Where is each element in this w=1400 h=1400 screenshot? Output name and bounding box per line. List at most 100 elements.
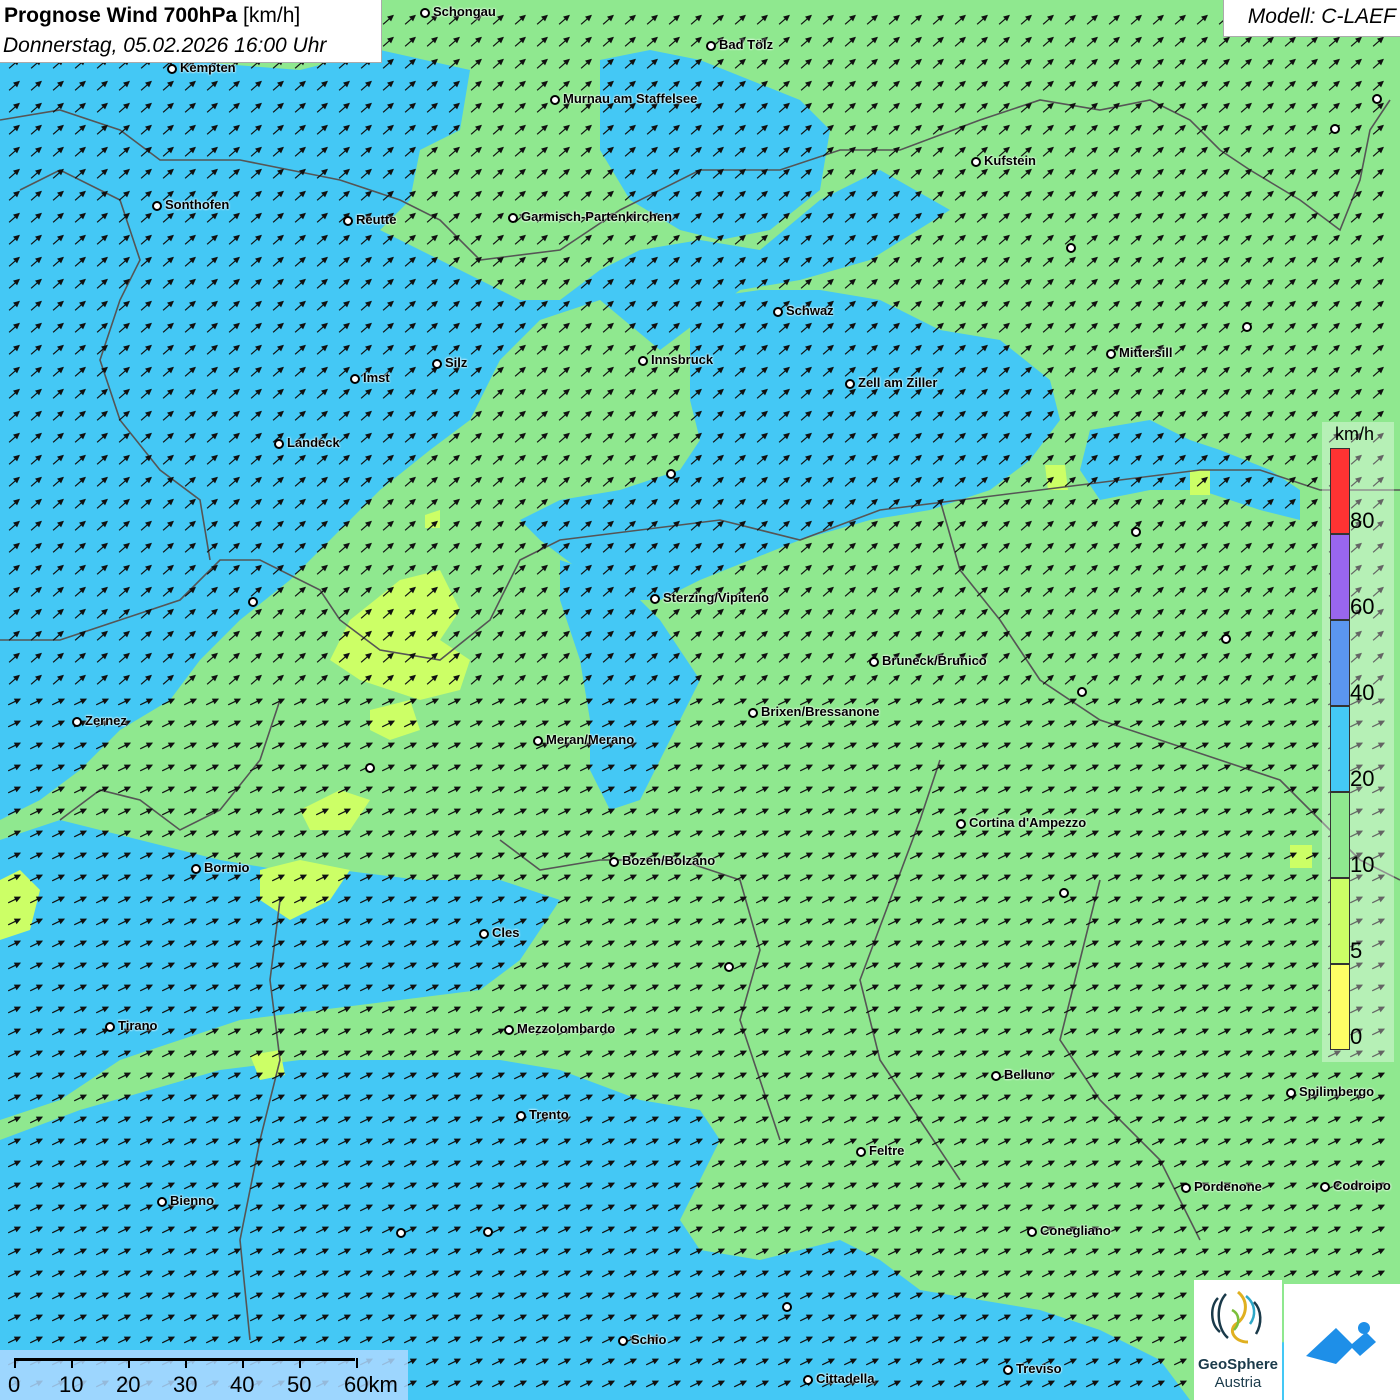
city-label: Silz (445, 355, 468, 370)
legend-color-segment (1330, 964, 1350, 1050)
geosphere-logo[interactable]: GeoSphere Austria (1194, 1280, 1282, 1400)
city-label: Bormio (204, 860, 250, 875)
city-label: Cittadella (816, 1371, 875, 1386)
city-dot-icon (773, 307, 783, 317)
city-dot-icon (343, 216, 353, 226)
city-label: Sterzing/Vipiteno (663, 590, 769, 605)
scale-tick (128, 1358, 130, 1368)
city-label: Sonthofen (165, 197, 230, 212)
city-dot-icon (167, 64, 177, 74)
city-label: Zell am Ziller (858, 375, 938, 390)
city-dot-icon (248, 597, 258, 607)
scale-tick (71, 1358, 73, 1368)
city-dot-icon (803, 1375, 813, 1385)
scale-label: 40 (230, 1372, 255, 1397)
city-dot-icon (1066, 243, 1076, 253)
city-dot-icon (152, 201, 162, 211)
city-dot-icon (1372, 94, 1382, 104)
scale-label: 10 (59, 1372, 84, 1397)
city-label: Meran/Merano (546, 732, 635, 747)
legend-label: 60 (1350, 594, 1375, 619)
geosphere-logo-text: GeoSphere (1197, 1356, 1279, 1373)
scale-bar: 0 10 20 30 40 50 60km (0, 1350, 408, 1400)
legend-label: 80 (1350, 508, 1375, 533)
city-dot-icon (1003, 1365, 1013, 1375)
legend-label: 40 (1350, 680, 1375, 705)
legend-color-segment (1330, 792, 1350, 878)
geosphere-emblem-icon (1211, 1290, 1262, 1344)
legend-color-segment (1330, 620, 1350, 706)
scale-tick (356, 1358, 358, 1368)
legend: km/h 0 5 10 20 40 60 80 (1322, 422, 1394, 1062)
city-dot-icon (105, 1022, 115, 1032)
city-dot-icon (550, 95, 560, 105)
city-label: Spilimbergo (1299, 1084, 1375, 1099)
city-dot-icon (1106, 349, 1116, 359)
scale-tick (242, 1358, 244, 1368)
city-label: Codroipo (1333, 1178, 1391, 1193)
city-dot-icon (748, 708, 758, 718)
legend-label: 10 (1350, 852, 1375, 877)
legend-color-segment (1330, 534, 1350, 620)
city-label: Bruneck/Brunico (882, 653, 987, 668)
app-logo[interactable] (1284, 1284, 1400, 1400)
city-label: Reutte (356, 212, 397, 227)
legend-label: 20 (1350, 766, 1375, 791)
city-label: Mittersill (1119, 345, 1173, 360)
city-label: Belluno (1004, 1067, 1052, 1082)
city-dot-icon (1059, 888, 1069, 898)
city-dot-icon (483, 1227, 493, 1237)
city-label: Conegliano (1040, 1223, 1111, 1238)
weather-app-icon (1306, 1322, 1376, 1364)
city-dot-icon (1027, 1227, 1037, 1237)
legend-color-segment (1330, 448, 1350, 534)
geosphere-logo-subtext: Austria (1214, 1374, 1262, 1391)
title-unit: [km/h] (243, 4, 301, 27)
city-dot-icon (72, 717, 82, 727)
scale-label: 0 (8, 1372, 21, 1397)
legend-unit: km/h (1335, 424, 1375, 444)
city-dot-icon (1131, 527, 1141, 537)
city-label: Bienno (170, 1193, 215, 1208)
city-dot-icon (420, 8, 430, 18)
city-label: Pordenone (1194, 1179, 1262, 1194)
city-label: Kufstein (984, 153, 1036, 168)
scale-tick (14, 1358, 16, 1368)
city-label: Garmisch-Partenkirchen (521, 209, 673, 224)
city-label: Schio (631, 1332, 667, 1347)
city-dot-icon (396, 1228, 406, 1238)
city-label: Imst (363, 370, 390, 385)
legend-label: 0 (1350, 1024, 1363, 1049)
map-view[interactable]: Schongau Bad Tölz Kempten Murnau am Staffel… (0, 0, 1400, 1400)
legend-color-segment (1330, 878, 1350, 964)
city-label: Murnau am Staffelsee (563, 91, 698, 106)
city-dot-icon (533, 736, 543, 746)
title-main: Prognose Wind 700hPa (4, 4, 238, 27)
forecast-datetime: Donnerstag, 05.02.2026 16:00 Uhr (3, 34, 327, 57)
city-dot-icon (991, 1071, 1001, 1081)
scale-tick (299, 1358, 301, 1368)
city-dot-icon (1242, 322, 1252, 332)
city-dot-icon (504, 1025, 514, 1035)
city-label: Mezzolombardo (517, 1021, 616, 1036)
legend-color-segment (1330, 706, 1350, 792)
city-dot-icon (1286, 1088, 1296, 1098)
city-dot-icon (971, 157, 981, 167)
city-dot-icon (869, 657, 879, 667)
city-dot-icon (1077, 687, 1087, 697)
model-label: Modell: C-LAEF (1247, 5, 1396, 28)
city-label: Cles (492, 925, 520, 940)
city-label: Zernez (85, 713, 127, 728)
title-box: Prognose Wind 700hPa [km/h] Donnerstag, … (0, 0, 382, 63)
city-dot-icon (650, 594, 660, 604)
city-label: Treviso (1016, 1361, 1062, 1376)
scale-label: 30 (173, 1372, 198, 1397)
legend-label: 5 (1350, 938, 1363, 963)
city-dot-icon (191, 864, 201, 874)
city-dot-icon (706, 41, 716, 51)
scale-label: 20 (116, 1372, 141, 1397)
city-dot-icon (724, 962, 734, 972)
model-box: Modell: C-LAEF (1223, 0, 1400, 37)
city-label: Landeck (287, 435, 340, 450)
scale-label: 50 (287, 1372, 312, 1397)
